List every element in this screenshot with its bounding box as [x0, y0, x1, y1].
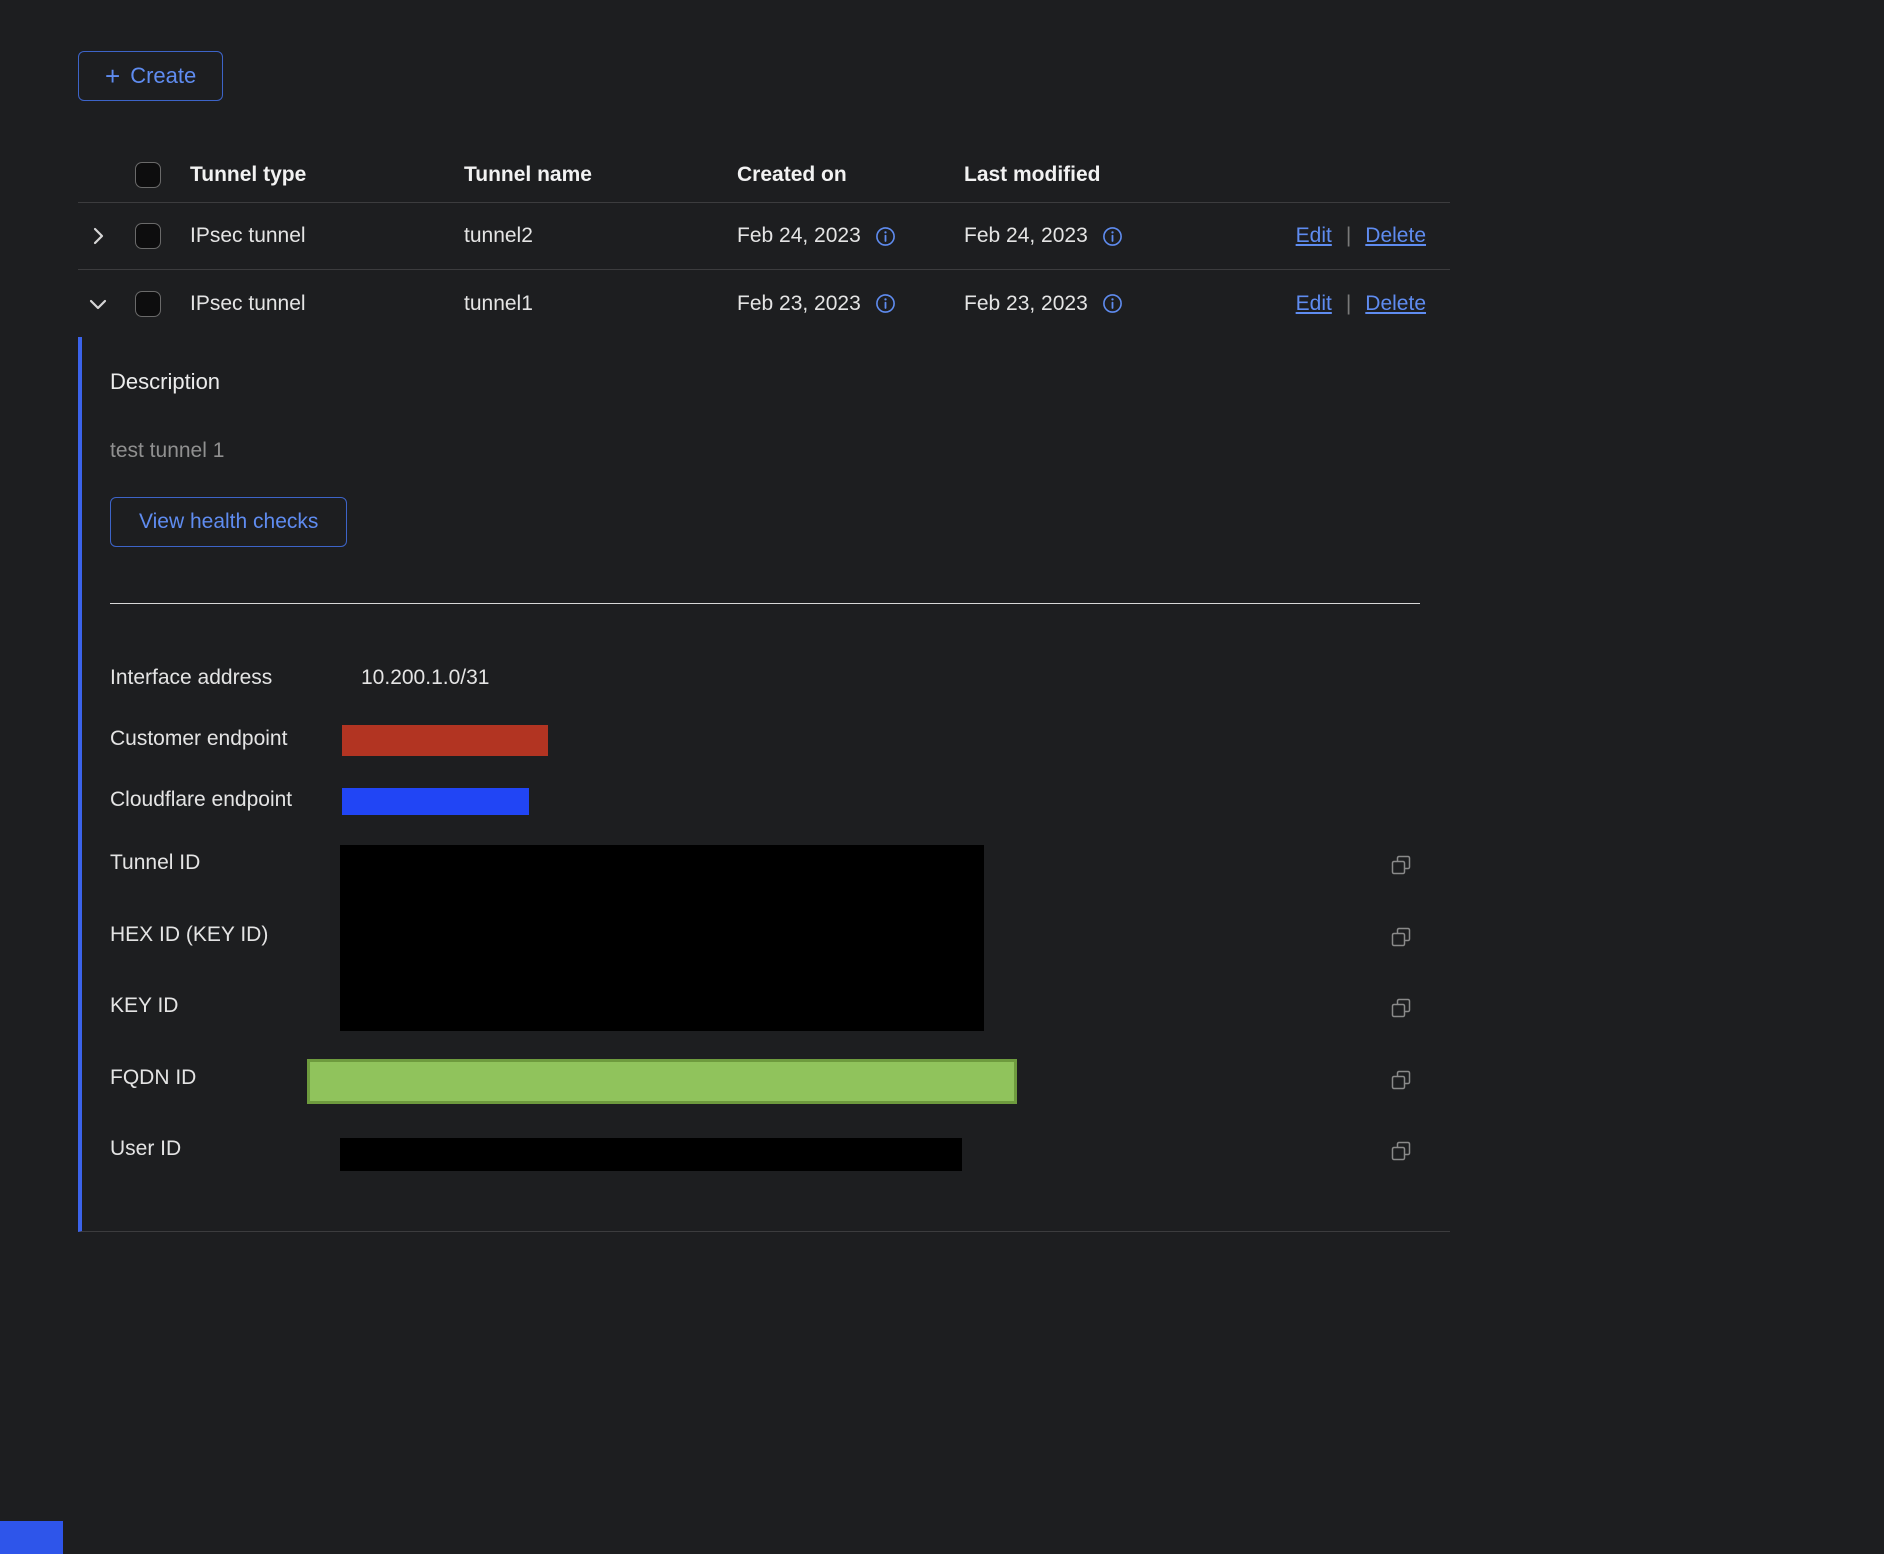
description-label: Description — [110, 369, 220, 395]
tunnel-details-panel: Description test tunnel 1 View health ch… — [78, 337, 1450, 1232]
ids-redaction — [340, 845, 984, 1031]
plus-icon: + — [105, 63, 120, 89]
ipsec-tunnels-page: + Create Tunnel type Tunnel name Created… — [0, 0, 1884, 1554]
actions-separator: | — [1346, 292, 1351, 316]
chevron-down-icon[interactable] — [86, 292, 110, 316]
section-divider — [110, 603, 1420, 604]
table-row-expanded: IPsec tunnel tunnel1 Feb 23, 2023 Feb 23… — [78, 270, 1450, 337]
cloudflare-endpoint-label: Cloudflare endpoint — [110, 788, 292, 812]
copy-icon[interactable] — [1390, 854, 1412, 881]
table-row: IPsec tunnel tunnel2 Feb 24, 2023 Feb 24… — [78, 203, 1450, 270]
tunnel-name-cell: tunnel1 — [464, 292, 737, 316]
header-tunnel-name: Tunnel name — [464, 163, 737, 187]
tunnels-table: Tunnel type Tunnel name Created on Last … — [78, 148, 1450, 337]
create-button[interactable]: + Create — [78, 51, 223, 101]
info-icon[interactable] — [1102, 293, 1123, 314]
row-checkbox[interactable] — [135, 223, 161, 249]
actions-separator: | — [1346, 224, 1351, 248]
tunnel-type-cell: IPsec tunnel — [190, 224, 464, 248]
created-on-cell: Feb 24, 2023 — [737, 224, 861, 248]
copy-icon[interactable] — [1390, 1069, 1412, 1096]
fqdn-id-label: FQDN ID — [110, 1066, 196, 1090]
customer-endpoint-label: Customer endpoint — [110, 727, 287, 751]
fqdn-id-redaction — [307, 1059, 1017, 1104]
header-tunnel-type: Tunnel type — [190, 163, 464, 187]
tunnel-id-label: Tunnel ID — [110, 851, 200, 875]
interface-address-value: 10.200.1.0/31 — [361, 666, 489, 690]
view-health-checks-button[interactable]: View health checks — [110, 497, 347, 547]
tunnel-name-cell: tunnel2 — [464, 224, 737, 248]
bottom-left-blue-strip — [0, 1521, 63, 1554]
header-created-on: Created on — [737, 163, 964, 187]
create-button-label: Create — [130, 63, 196, 89]
user-id-redaction — [340, 1138, 962, 1171]
created-on-cell: Feb 23, 2023 — [737, 292, 861, 316]
table-header-row: Tunnel type Tunnel name Created on Last … — [78, 148, 1450, 203]
interface-address-label: Interface address — [110, 666, 272, 690]
tunnel-type-cell: IPsec tunnel — [190, 292, 464, 316]
edit-link[interactable]: Edit — [1296, 224, 1332, 248]
delete-link[interactable]: Delete — [1365, 224, 1426, 248]
copy-icon[interactable] — [1390, 997, 1412, 1024]
edit-link[interactable]: Edit — [1296, 292, 1332, 316]
delete-link[interactable]: Delete — [1365, 292, 1426, 316]
info-icon[interactable] — [875, 226, 896, 247]
last-modified-cell: Feb 24, 2023 — [964, 224, 1088, 248]
info-icon[interactable] — [875, 293, 896, 314]
copy-icon[interactable] — [1390, 926, 1412, 953]
description-text: test tunnel 1 — [110, 439, 224, 463]
hex-id-label: HEX ID (KEY ID) — [110, 923, 268, 947]
chevron-right-icon[interactable] — [86, 224, 110, 248]
row-checkbox[interactable] — [135, 291, 161, 317]
cloudflare-endpoint-redaction — [342, 788, 529, 815]
key-id-label: KEY ID — [110, 994, 178, 1018]
copy-icon[interactable] — [1390, 1140, 1412, 1167]
last-modified-cell: Feb 23, 2023 — [964, 292, 1088, 316]
header-last-modified: Last modified — [964, 163, 1191, 187]
info-icon[interactable] — [1102, 226, 1123, 247]
customer-endpoint-redaction — [342, 725, 548, 756]
select-all-checkbox[interactable] — [135, 162, 161, 188]
user-id-label: User ID — [110, 1137, 181, 1161]
